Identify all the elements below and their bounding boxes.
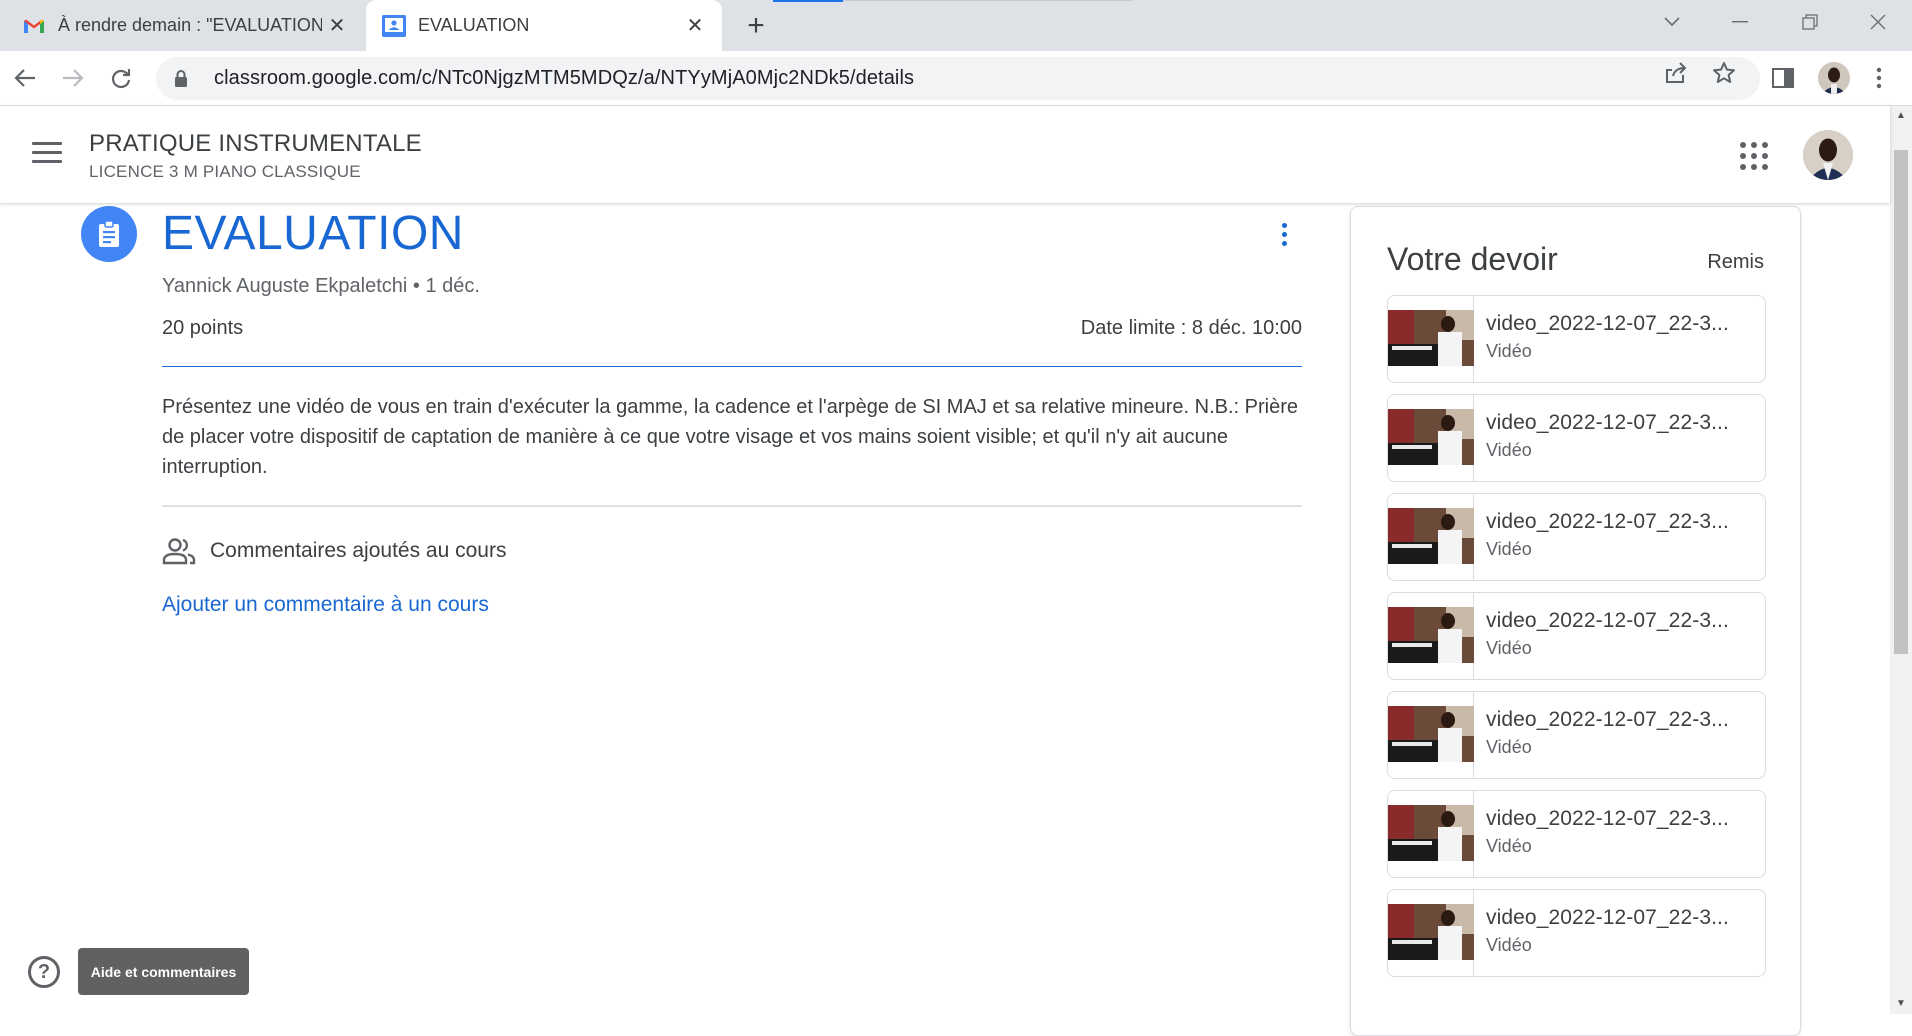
attachment-card[interactable]: video_2022-12-07_22-3... Vidéo [1387,493,1766,581]
submission-status: Remis [1707,251,1764,273]
attachment-type: Vidéo [1486,737,1532,757]
bookmark-star-icon[interactable] [1710,59,1738,87]
video-thumbnail[interactable] [1388,593,1474,679]
video-thumbnail[interactable] [1388,692,1474,778]
minimize-button[interactable] [1710,0,1770,44]
add-class-comment-link[interactable]: Ajouter un commentaire à un cours [162,593,489,617]
attachment-name: video_2022-12-07_22-3... [1486,708,1729,731]
tab-divider [843,0,1133,1]
attachment-info: video_2022-12-07_22-3... Vidéo [1474,296,1729,382]
side-panel-icon[interactable] [1766,61,1800,95]
attachment-type: Vidéo [1486,341,1532,361]
close-window-button[interactable] [1848,0,1908,44]
assignment-author-date: Yannick Auguste Ekpaletchi • 1 déc. [162,275,480,297]
app-bar: PRATIQUE INSTRUMENTALE LICENCE 3 M PIANO… [0,106,1890,203]
scroll-down-arrow[interactable]: ▼ [1895,998,1907,1010]
attachment-info: video_2022-12-07_22-3... Vidéo [1474,890,1729,976]
classroom-icon [382,14,406,38]
close-tab-icon[interactable]: ✕ [680,11,710,41]
class-comments-heading: Commentaires ajoutés au cours [210,539,507,562]
reload-button[interactable] [104,61,138,95]
attachment-info: video_2022-12-07_22-3... Vidéo [1474,692,1729,778]
attachment-card[interactable]: video_2022-12-07_22-3... Vidéo [1387,295,1766,383]
share-icon[interactable] [1662,59,1690,87]
scrollbar-thumb[interactable] [1894,150,1908,654]
tab-strip: À rendre demain : "EVALUATION" ✕ EVALUAT… [0,0,1912,51]
restore-button[interactable] [1780,0,1840,44]
attachment-name: video_2022-12-07_22-3... [1486,609,1729,632]
attachment-name: video_2022-12-07_22-3... [1486,312,1729,335]
attachment-type: Vidéo [1486,440,1532,460]
your-work-panel: Votre devoir Remis video_2022-12-07_22-3… [1350,206,1801,1036]
divider [162,505,1302,507]
video-thumbnail[interactable] [1388,296,1474,382]
attachment-type: Vidéo [1486,935,1532,955]
account-avatar[interactable] [1803,130,1853,180]
attachment-info: video_2022-12-07_22-3... Vidéo [1474,593,1729,679]
close-tab-icon[interactable]: ✕ [322,11,352,41]
people-icon [162,537,196,565]
forward-button[interactable] [56,61,90,95]
assignment-deadline: Date limite : 8 déc. 10:00 [1080,317,1302,339]
video-thumbnail[interactable] [1388,494,1474,580]
your-work-title: Votre devoir [1387,241,1558,277]
back-button[interactable] [8,61,42,95]
attachment-name: video_2022-12-07_22-3... [1486,510,1729,533]
more-options-icon[interactable] [1268,218,1300,250]
page-scrollbar[interactable]: ▲ ▼ [1890,106,1912,1014]
help-tooltip: Aide et commentaires [78,948,249,995]
attachment-card[interactable]: video_2022-12-07_22-3... Vidéo [1387,889,1766,977]
class-section: LICENCE 3 M PIANO CLASSIQUE [89,162,361,181]
attachment-card[interactable]: video_2022-12-07_22-3... Vidéo [1387,790,1766,878]
tab-gmail[interactable]: À rendre demain : "EVALUATION" ✕ [0,0,364,51]
video-thumbnail[interactable] [1388,791,1474,877]
google-apps-icon[interactable] [1740,142,1768,170]
attachment-name: video_2022-12-07_22-3... [1486,411,1729,434]
scroll-up-arrow[interactable]: ▲ [1895,110,1907,122]
browser-menu-icon[interactable] [1862,61,1896,95]
help-icon[interactable]: ? [28,956,60,988]
gmail-icon [22,14,46,38]
tab-title: EVALUATION [418,15,530,35]
main-menu-icon[interactable] [32,142,62,166]
attachment-card[interactable]: video_2022-12-07_22-3... Vidéo [1387,691,1766,779]
divider [162,366,1302,367]
tab-classroom[interactable]: EVALUATION ✕ [366,0,722,51]
url-text: classroom.google.com/c/NTc0NjgzMTM5MDQz/… [214,67,915,89]
attachment-info: video_2022-12-07_22-3... Vidéo [1474,791,1729,877]
video-thumbnail[interactable] [1388,890,1474,976]
assignment-icon [81,206,137,262]
browser-profile-avatar[interactable] [1818,62,1850,94]
tab-loading-indicator [773,0,843,2]
attachment-name: video_2022-12-07_22-3... [1486,906,1729,929]
attachment-card[interactable]: video_2022-12-07_22-3... Vidéo [1387,592,1766,680]
attachment-name: video_2022-12-07_22-3... [1486,807,1729,830]
assignment-description: Présentez une vidéo de vous en train d'e… [162,396,1299,478]
tab-title: À rendre demain : "EVALUATION" [58,15,322,35]
attachment-type: Vidéo [1486,836,1532,856]
attachment-info: video_2022-12-07_22-3... Vidéo [1474,494,1729,580]
address-bar[interactable]: classroom.google.com/c/NTc0NjgzMTM5MDQz/… [156,57,1760,100]
attachment-card[interactable]: video_2022-12-07_22-3... Vidéo [1387,394,1766,482]
browser-toolbar: classroom.google.com/c/NTc0NjgzMTM5MDQz/… [0,51,1912,106]
video-thumbnail[interactable] [1388,395,1474,481]
attachment-type: Vidéo [1486,638,1532,658]
assignment-points: 20 points [162,317,244,339]
tab-search-icon[interactable] [1642,0,1702,44]
attachment-info: video_2022-12-07_22-3... Vidéo [1474,395,1729,481]
assignment-title: EVALUATION [162,207,464,260]
attachment-type: Vidéo [1486,539,1532,559]
new-tab-button[interactable]: + [740,9,772,42]
classroom-page: PRATIQUE INSTRUMENTALE LICENCE 3 M PIANO… [0,106,1912,1036]
lock-icon[interactable] [174,69,194,88]
class-name[interactable]: PRATIQUE INSTRUMENTALE [89,130,422,158]
